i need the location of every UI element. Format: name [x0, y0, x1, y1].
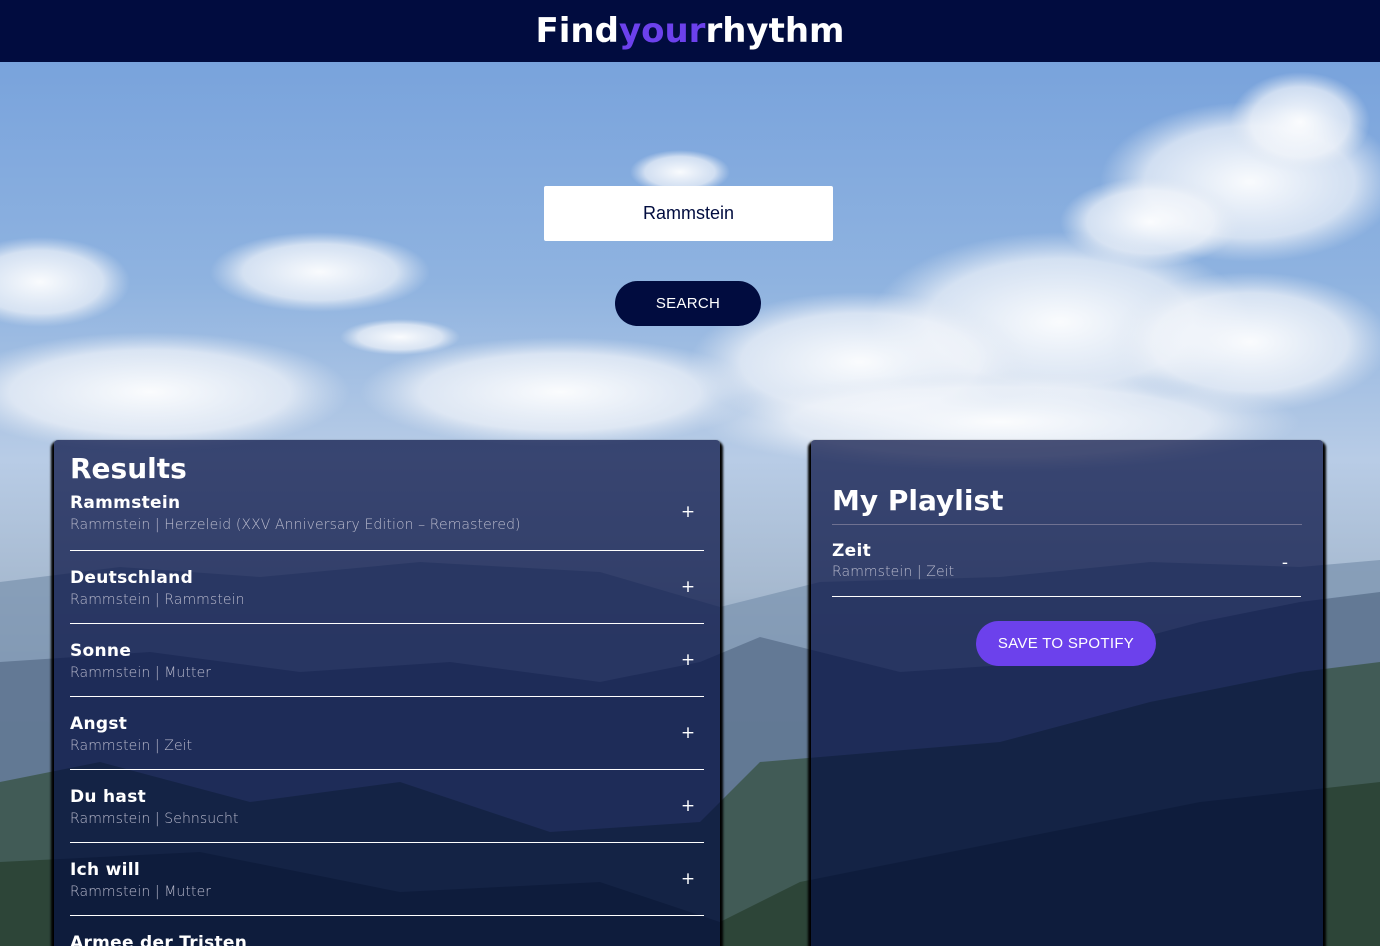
app-logo: Findyourrhythm: [536, 11, 845, 51]
result-track: Du hast Rammstein | Sehnsucht +: [70, 770, 704, 843]
result-track: Deutschland Rammstein | Rammstein +: [70, 551, 704, 624]
track-name: Ich will: [70, 860, 141, 880]
track-name: Du hast: [70, 787, 147, 807]
add-track-button[interactable]: +: [680, 869, 696, 889]
add-track-button[interactable]: +: [680, 502, 696, 522]
result-track: Rammstein Rammstein | Herzeleid (XXV Ann…: [70, 492, 704, 551]
result-track: Ich will Rammstein | Mutter +: [70, 843, 704, 916]
track-name: Angst: [70, 714, 128, 734]
logo-part-your: your: [618, 11, 706, 51]
playlist-panel: My Playlist Zeit Rammstein | Zeit - SAVE…: [811, 440, 1323, 946]
track-name: Armee der Tristen: [70, 933, 248, 946]
track-info: Rammstein | Herzeleid (XXV Anniversary E…: [70, 517, 521, 533]
playlist-title: My Playlist: [832, 484, 1302, 525]
logo-part-find: Find: [535, 11, 619, 51]
playlist-track-list: Zeit Rammstein | Zeit -: [832, 541, 1302, 597]
playlist-track: Zeit Rammstein | Zeit -: [832, 541, 1301, 597]
results-title: Results: [70, 452, 187, 485]
search-button[interactable]: SEARCH: [615, 281, 761, 326]
track-info: Rammstein | Rammstein: [70, 592, 245, 608]
result-track: Sonne Rammstein | Mutter +: [70, 624, 704, 697]
track-info: Rammstein | Zeit: [70, 738, 193, 754]
save-to-spotify-button[interactable]: SAVE TO SPOTIFY: [976, 621, 1156, 666]
track-info: Rammstein | Mutter: [70, 665, 212, 681]
clouds: [0, 72, 1380, 472]
track-info: Rammstein | Sehnsucht: [70, 811, 239, 827]
track-name: Sonne: [70, 641, 132, 661]
add-track-button[interactable]: +: [680, 796, 696, 816]
logo-part-rhythm: rhythm: [705, 11, 845, 51]
track-info: Rammstein | Mutter: [70, 884, 212, 900]
result-track: Angst Rammstein | Zeit +: [70, 697, 704, 770]
remove-track-button[interactable]: -: [1277, 553, 1293, 573]
results-track-list: Rammstein Rammstein | Herzeleid (XXV Ann…: [70, 492, 704, 946]
add-track-button[interactable]: +: [680, 723, 696, 743]
result-track: Armee der Tristen +: [70, 916, 704, 946]
search-input[interactable]: [544, 186, 833, 241]
track-info: Rammstein | Zeit: [832, 564, 955, 580]
add-track-button[interactable]: +: [680, 577, 696, 597]
app-header: Findyourrhythm: [0, 0, 1380, 62]
track-name: Rammstein: [70, 493, 181, 513]
track-name: Zeit: [832, 541, 872, 561]
add-track-button[interactable]: +: [680, 942, 696, 946]
track-name: Deutschland: [70, 568, 194, 588]
results-panel: Results Rammstein Rammstein | Herzeleid …: [54, 440, 720, 946]
add-track-button[interactable]: +: [680, 650, 696, 670]
